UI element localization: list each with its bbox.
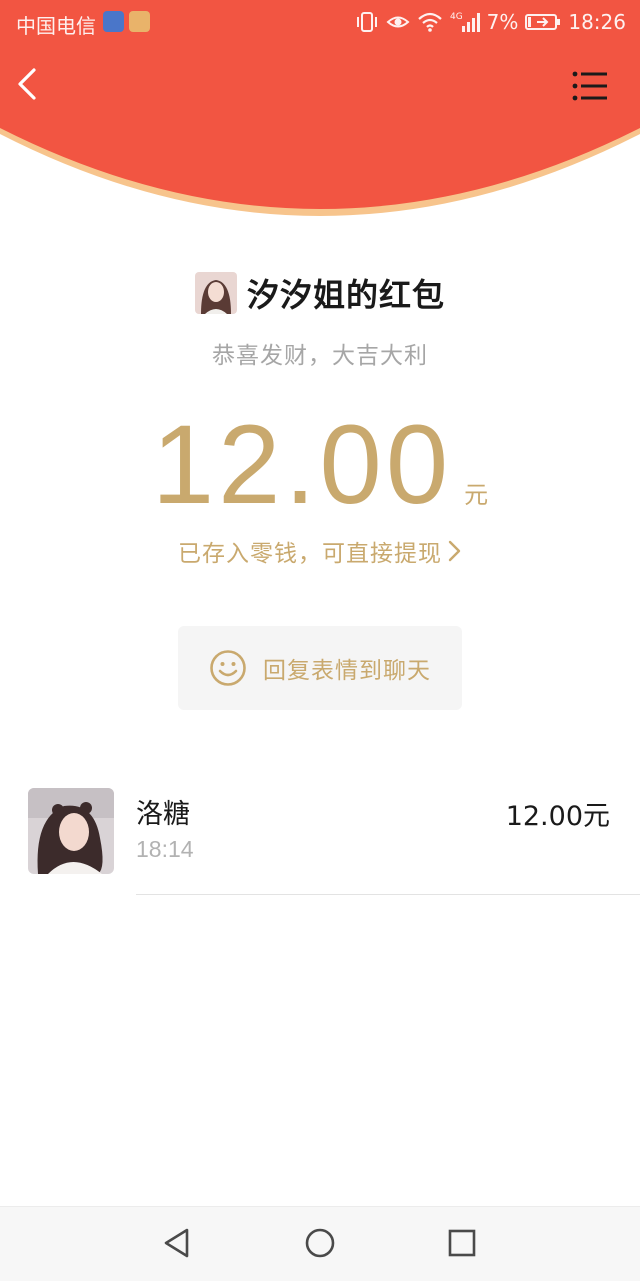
chevron-left-icon [18,68,36,100]
receiver-time: 18:14 [136,836,194,862]
smiley-icon [210,650,246,686]
avatar-photo [28,788,114,874]
chevron-right-icon [448,540,461,562]
saved-to-wallet-label: 已存入零钱，可直接提现 [178,541,442,567]
amount-value: 12.00 [151,402,453,527]
sender-row: 汐汐姐的红包 [0,270,640,316]
receiver-name: 洛糖 [136,799,190,830]
reply-sticker-button[interactable]: 回复表情到聊天 [178,626,462,710]
receiver-avatar[interactable] [28,788,114,874]
sender-avatar[interactable] [194,272,237,314]
list-menu-icon [572,71,607,101]
list-item[interactable]: 洛糖 18:14 12.00元 [0,786,640,896]
notification-app-icon [103,11,124,32]
clock: 18:26 [568,10,626,34]
nav-recent-button[interactable] [442,1223,482,1263]
reply-sticker-label: 回复表情到聊天 [263,658,431,684]
back-button[interactable] [6,62,50,106]
receiver-amount: 12.00元 [505,801,610,832]
notification-app-icon [129,11,150,32]
signal-4g-icon: 4G [450,12,480,32]
greeting-text: 恭喜发财，大吉大利 [212,343,428,369]
battery-percent: 7% [486,10,519,34]
menu-button[interactable] [566,66,610,106]
circle-home-icon [305,1228,335,1258]
wifi-icon [417,12,442,32]
nav-back-button[interactable] [157,1223,197,1263]
sender-title: 汐汐姐的红包 [246,276,445,314]
amount-unit: 元 [464,481,489,509]
amount-row: 12.00 元 [0,405,640,525]
avatar-photo [194,272,237,314]
eye-comfort-icon [386,16,410,28]
carrier-label: 中国电信 [16,14,96,38]
saved-to-wallet-link[interactable]: 已存入零钱，可直接提现 [0,534,640,568]
triangle-back-icon [164,1228,189,1258]
svg-text:4G: 4G [450,12,463,22]
nav-home-button[interactable] [300,1223,340,1263]
status-icons: 4G 7% 18:26 [355,8,626,36]
battery-charging-icon [525,14,561,30]
square-recent-icon [448,1229,476,1257]
system-nav-bar [0,1206,640,1281]
status-bar: 中国电信 4G 7% 18:26 [0,0,640,44]
vibrate-icon [356,12,377,32]
divider [136,894,640,895]
